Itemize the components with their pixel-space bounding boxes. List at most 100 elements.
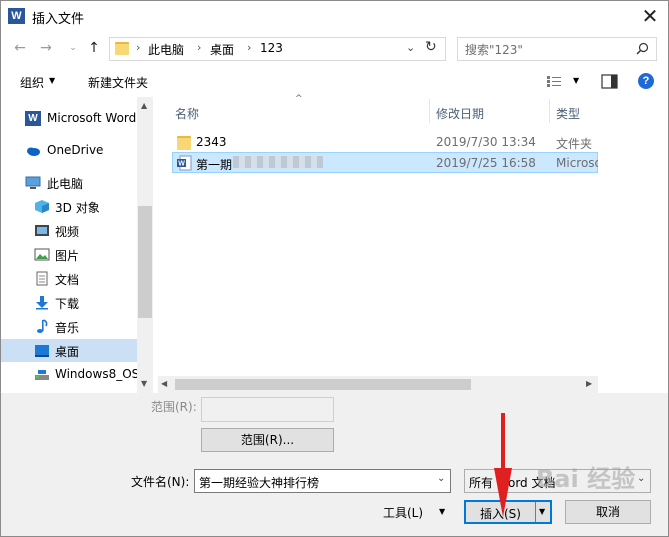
sidebar-item-documents[interactable]: 文档 [1,267,137,290]
sidebar-item-label: 3D 对象 [55,201,100,215]
file-name: 2343 [196,135,227,149]
range-input[interactable] [201,397,334,422]
document-icon [36,271,48,286]
tools-button[interactable]: 工具(L) [383,504,423,521]
column-divider[interactable] [429,99,430,123]
sidebar-item-label: 音乐 [55,321,80,335]
chevron-right-icon[interactable]: › [136,41,140,54]
svg-text:W: W [178,161,185,168]
computer-icon [25,176,41,189]
new-folder-button[interactable]: 新建文件夹 [88,74,148,91]
breadcrumb-desktop[interactable]: 桌面 [210,41,234,58]
sidebar-item-desktop[interactable]: 桌面 [1,339,137,362]
sidebar-item-pictures[interactable]: 图片 [1,243,137,266]
close-icon[interactable]: ✕ [637,4,663,28]
title-bar: W 插入文件 ✕ [1,1,668,32]
scroll-up-icon[interactable]: ▲ [141,101,147,110]
sidebar-item-label: 视频 [55,225,80,239]
recent-dropdown-icon[interactable]: ⌄ [64,38,82,58]
sidebar-item-onedrive[interactable]: OneDrive [1,139,137,162]
chevron-right-icon[interactable]: › [247,41,251,54]
organize-button[interactable]: 组织 [20,74,44,91]
nav-scroll-thumb[interactable] [138,206,152,318]
desktop-icon [35,345,49,357]
sidebar-item-this-pc[interactable]: 此电脑 [1,171,137,194]
caret-down-icon[interactable]: ▼ [573,76,579,85]
cloud-icon [27,147,40,156]
search-input[interactable]: 搜索"123" [465,41,523,58]
caret-down-icon[interactable]: ▼ [439,507,445,516]
filename-label: 文件名(N): [131,475,190,489]
sidebar-item-microsoft-word[interactable]: W Microsoft Word [1,107,137,130]
chevron-right-icon[interactable]: › [197,41,201,54]
music-icon [37,319,48,333]
back-arrow-icon[interactable]: ← [11,38,29,58]
chevron-down-icon[interactable]: ⌄ [406,41,415,54]
search-box[interactable]: 搜索"123" [457,37,657,61]
folder-icon [115,42,129,55]
watermark-text: Bai 经验 [536,465,636,493]
file-date: 2019/7/25 16:58 [436,156,536,170]
picture-icon [34,248,50,261]
word-icon: W [25,111,41,126]
breadcrumb-123[interactable]: 123 [260,41,283,55]
column-header-type[interactable]: 类型 [556,105,580,122]
sidebar-item-3d-objects[interactable]: 3D 对象 [1,195,137,218]
sidebar-item-label: OneDrive [47,143,104,157]
download-icon [36,296,48,310]
up-arrow-icon[interactable]: ↑ [85,38,103,58]
sidebar-item-label: 文档 [55,273,80,287]
sidebar-item-label: Microsoft Word [47,111,137,125]
sidebar-item-label: 下载 [55,297,80,311]
list-hscroll-thumb[interactable] [175,379,471,390]
scroll-left-icon[interactable]: ◀ [161,379,167,388]
annotation-arrow-icon [494,413,512,517]
range-button[interactable]: 范围(R)... [201,428,334,452]
insert-file-dialog: W 插入文件 ✕ ← → ⌄ ↑ › 此电脑 › 桌面 › 123 ⌄ ↻ 搜索… [0,0,669,537]
navigation-pane: W Microsoft Word OneDrive 此电脑 3D 对象 视频 图… [1,97,153,393]
breadcrumb-this-pc[interactable]: 此电脑 [148,41,184,58]
filename-input[interactable]: 第一期经验大神排行榜 [199,474,319,491]
file-type: Microsoft [556,156,598,170]
file-date: 2019/7/30 13:34 [436,135,536,149]
window-title: 插入文件 [32,12,85,27]
sort-up-icon: ^ [295,94,303,104]
list-item[interactable]: 2343 2019/7/30 13:34 文件夹 [172,132,598,153]
file-name: 第一期 [196,158,233,172]
search-icon[interactable] [636,42,649,55]
refresh-icon[interactable]: ↻ [425,39,437,55]
column-header-name[interactable]: 名称 [175,105,199,122]
sidebar-item-videos[interactable]: 视频 [1,219,137,242]
caret-down-icon[interactable]: ▼ [49,76,55,85]
split-divider [535,502,536,522]
caret-down-icon[interactable]: ▼ [539,507,545,516]
word-doc-icon: W [177,155,192,171]
column-header-date[interactable]: 修改日期 [436,105,484,122]
sidebar-item-windows8-os[interactable]: Windows8_OS [1,363,137,386]
forward-arrow-icon[interactable]: → [37,38,55,58]
word-icon: W [8,8,25,24]
column-divider[interactable] [549,99,550,123]
sidebar-item-downloads[interactable]: 下载 [1,291,137,314]
scroll-down-icon[interactable]: ▼ [141,379,147,388]
sidebar-item-label: 图片 [55,249,80,263]
cancel-button[interactable]: 取消 [565,500,651,524]
chevron-down-icon[interactable]: ⌄ [637,473,645,484]
preview-pane-icon[interactable] [601,74,618,89]
address-bar[interactable]: › 此电脑 › 桌面 › 123 ⌄ [109,37,446,61]
file-type: 文件夹 [556,137,593,151]
view-options-icon[interactable] [546,75,562,88]
cube-icon [35,200,49,213]
filename-field[interactable]: 第一期经验大神排行榜 ⌄ [194,469,451,493]
chevron-down-icon[interactable]: ⌄ [437,473,445,484]
video-icon [35,225,49,236]
help-icon[interactable]: ? [638,73,654,89]
drive-icon [35,370,49,380]
sidebar-item-label: Windows8_OS [55,367,137,381]
sidebar-item-label: 桌面 [55,345,80,359]
sidebar-item-music[interactable]: 音乐 [1,315,137,338]
toolbar: 组织 ▼ 新建文件夹 ▼ ? [1,67,668,97]
range-label: 范围(R): [151,400,197,414]
folder-icon [177,136,191,150]
scroll-right-icon[interactable]: ▶ [586,379,592,388]
